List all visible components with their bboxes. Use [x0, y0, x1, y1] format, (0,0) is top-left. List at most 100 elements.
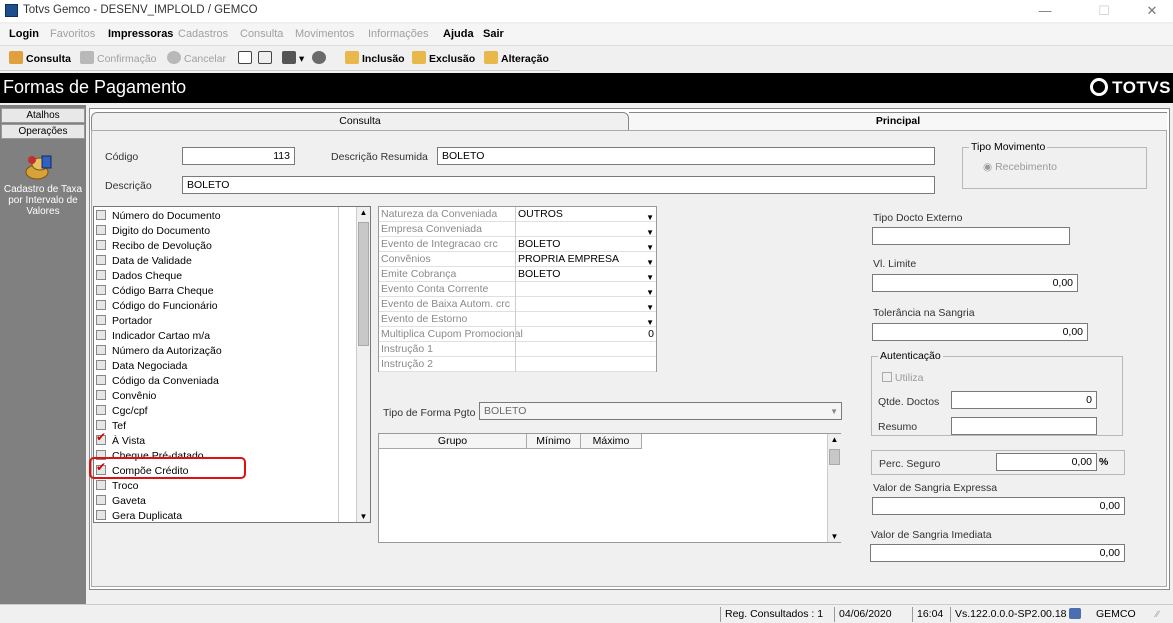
checklist-item[interactable]: Data Negociada	[96, 359, 246, 374]
property-value[interactable]: 0	[515, 327, 656, 342]
descricao-field[interactable]: BOLETO	[182, 176, 935, 194]
utiliza-checkbox[interactable]: Utiliza	[882, 372, 924, 384]
property-value[interactable]: ▼	[515, 297, 656, 312]
recebimento-radio[interactable]: ◉ Recebimento	[983, 161, 1057, 173]
checkbox-icon[interactable]	[96, 225, 106, 235]
checklist-item[interactable]: Dados Cheque	[96, 269, 246, 284]
resize-grip-icon[interactable]: ∕∕	[1156, 609, 1159, 619]
confirmacao-button[interactable]: Confirmação	[80, 51, 157, 67]
tipo-docto-externo-field[interactable]	[872, 227, 1070, 245]
checklist-item[interactable]: Código da Conveniada	[96, 374, 246, 389]
search-button[interactable]	[312, 51, 329, 67]
grupo-header[interactable]: Grupo	[379, 434, 527, 449]
inclusao-button[interactable]: Inclusão	[345, 51, 405, 67]
scroll-up-icon[interactable]: ▲	[357, 208, 370, 217]
sidebar-tab-operacoes[interactable]: Operações	[1, 124, 85, 139]
grupo-scrollbar[interactable]: ▲ ▼	[827, 434, 841, 542]
menu-impressoras[interactable]: Impressoras	[108, 28, 173, 40]
close-icon[interactable]: ✕	[1134, 2, 1170, 20]
checkbox-icon[interactable]	[96, 345, 106, 355]
menu-ajuda[interactable]: Ajuda	[443, 28, 474, 40]
checklist-item[interactable]: Data de Validade	[96, 254, 246, 269]
checklist-item[interactable]: Indicador Cartao m/a	[96, 329, 246, 344]
checkbox-icon[interactable]	[96, 255, 106, 265]
checklist-item[interactable]: Tef	[96, 419, 246, 434]
menu-login[interactable]: Login	[9, 28, 39, 40]
checklist-item[interactable]: Código do Funcionário	[96, 299, 246, 314]
property-value[interactable]: BOLETO ▼	[515, 237, 656, 252]
checkbox-icon[interactable]	[96, 480, 106, 490]
checkbox-icon[interactable]	[96, 360, 106, 370]
exclusao-button[interactable]: Exclusão	[412, 51, 475, 67]
checkbox-icon[interactable]	[96, 330, 106, 340]
grupo-scroll-thumb[interactable]	[829, 449, 840, 465]
property-value[interactable]: ▼	[515, 282, 656, 297]
minimize-icon[interactable]: —	[1027, 2, 1063, 20]
cadastro-taxa-icon[interactable]	[24, 152, 54, 182]
checklist-item[interactable]: ✔ À Vista	[96, 431, 246, 449]
tolerancia-field[interactable]: 0,00	[872, 323, 1088, 341]
checkbox-icon[interactable]	[96, 420, 106, 430]
checkbox-icon[interactable]	[96, 510, 106, 520]
tipo-forma-pgto-select[interactable]: BOLETO ▼	[479, 402, 842, 420]
desc-resumida-field[interactable]: BOLETO	[437, 147, 935, 165]
checkbox-icon[interactable]	[96, 405, 106, 415]
checklist-item[interactable]: Portador	[96, 314, 246, 329]
checkbox-icon[interactable]	[96, 390, 106, 400]
checklist-item[interactable]: Recibo de Devolução	[96, 239, 246, 254]
checkbox-icon[interactable]	[96, 375, 106, 385]
checkbox-icon[interactable]	[96, 315, 106, 325]
consulta-button[interactable]: Consulta	[9, 51, 71, 67]
maximo-header[interactable]: Máximo	[581, 434, 642, 449]
property-value[interactable]: ▼	[515, 312, 656, 327]
menu-consulta[interactable]: Consulta	[240, 28, 283, 40]
checkbox-icon[interactable]	[96, 270, 106, 280]
grupo-scroll-up-icon[interactable]: ▲	[828, 435, 841, 444]
maximize-icon[interactable]: ☐	[1086, 2, 1122, 20]
checkbox-icon[interactable]	[96, 285, 106, 295]
sangria-expressa-field[interactable]: 0,00	[872, 497, 1125, 515]
menu-informacoes[interactable]: Informações	[368, 28, 429, 40]
grupo-scroll-down-icon[interactable]: ▼	[828, 532, 841, 541]
checkbox-icon[interactable]	[96, 210, 106, 220]
vl-limite-field[interactable]: 0,00	[872, 274, 1078, 292]
checklist-item[interactable]: Troco	[96, 479, 246, 494]
new-document-button[interactable]	[238, 51, 255, 67]
checkbox-icon[interactable]	[96, 240, 106, 250]
property-value[interactable]	[515, 357, 656, 372]
checklist-item[interactable]: Cgc/cpf	[96, 404, 246, 419]
checklist-scrollbar[interactable]: ▲ ▼	[356, 207, 370, 522]
checklist-item[interactable]: Número da Autorização	[96, 344, 246, 359]
cancelar-button[interactable]: Cancelar	[167, 51, 226, 67]
tab-consulta[interactable]: Consulta	[91, 112, 629, 130]
codigo-field[interactable]: 113	[182, 147, 295, 165]
menu-favoritos[interactable]: Favoritos	[50, 28, 95, 40]
perc-seguro-field[interactable]: 0,00	[996, 453, 1097, 471]
scroll-down-icon[interactable]: ▼	[357, 512, 370, 521]
qtde-doctos-field[interactable]: 0	[951, 391, 1097, 409]
property-value[interactable]: BOLETO ▼	[515, 267, 656, 282]
tab-principal[interactable]: Principal	[629, 112, 1167, 130]
checklist-item[interactable]: Número do Documento	[96, 209, 246, 224]
minimo-header[interactable]: Mínimo	[527, 434, 581, 449]
checkbox-icon[interactable]	[96, 495, 106, 505]
checkbox-icon[interactable]	[96, 300, 106, 310]
sangria-imediata-field[interactable]: 0,00	[870, 544, 1125, 562]
checklist-item[interactable]: Código Barra Cheque	[96, 284, 246, 299]
checklist-item[interactable]: Convênio	[96, 389, 246, 404]
copy-document-button[interactable]	[258, 51, 275, 67]
menu-sair[interactable]: Sair	[483, 28, 504, 40]
property-value[interactable]	[515, 342, 656, 357]
menu-cadastros[interactable]: Cadastros	[178, 28, 228, 40]
checklist-item[interactable]: Gera Duplicata	[96, 509, 246, 524]
print-button[interactable]: ▾	[282, 51, 304, 67]
property-value[interactable]: PROPRIA EMPRESA ▼	[515, 252, 656, 267]
alteracao-button[interactable]: Alteração	[484, 51, 549, 67]
sidebar-tab-atalhos[interactable]: Atalhos	[1, 108, 85, 123]
menu-movimentos[interactable]: Movimentos	[295, 28, 354, 40]
checklist-item[interactable]: Digito do Documento	[96, 224, 246, 239]
property-value[interactable]: OUTROS ▼	[515, 207, 656, 222]
cadastro-taxa-shortcut[interactable]: Cadastro de Taxa por Intervalo de Valore…	[0, 184, 86, 217]
resumo-field[interactable]	[951, 417, 1097, 435]
checklist-item[interactable]: Gaveta	[96, 494, 246, 509]
